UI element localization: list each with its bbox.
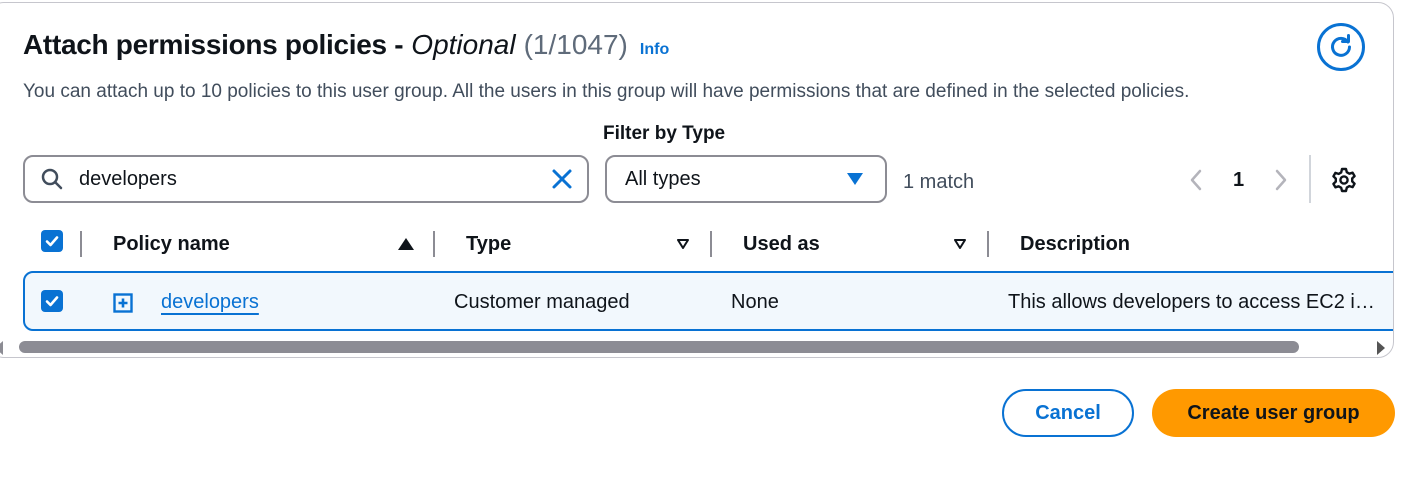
row-checkbox[interactable]	[41, 290, 63, 312]
column-divider	[433, 231, 435, 257]
filter-type-label: Filter by Type	[603, 123, 726, 144]
table-row[interactable]: developers Customer managed None This al…	[23, 271, 1393, 331]
column-divider	[987, 231, 989, 257]
checkmark-icon	[45, 296, 59, 307]
clear-search-icon[interactable]	[549, 166, 575, 192]
column-header-used-as[interactable]: Used as	[743, 233, 820, 256]
cancel-button[interactable]: Cancel	[1002, 389, 1134, 437]
selection-count: (1/1047)	[523, 29, 628, 60]
expand-plus-icon[interactable]	[113, 293, 133, 313]
column-header-description[interactable]: Description	[1020, 233, 1130, 256]
refresh-icon	[1331, 34, 1351, 57]
sort-unsorted-icon[interactable]	[677, 239, 689, 249]
search-icon	[41, 168, 63, 190]
column-header-policy-name[interactable]: Policy name	[113, 233, 230, 256]
previous-page-button[interactable]	[1185, 167, 1207, 193]
section-title-optional: Optional	[411, 29, 516, 60]
current-page[interactable]: 1	[1233, 169, 1244, 192]
policy-name-link[interactable]: developers	[161, 291, 259, 314]
policy-type-cell: Customer managed	[454, 291, 630, 313]
policy-description-cell: This allows developers to access EC2 i…	[1008, 291, 1375, 313]
section-title: Attach permissions policies -	[23, 29, 404, 60]
sort-ascending-icon[interactable]	[398, 238, 414, 250]
column-divider	[80, 231, 82, 257]
table-header: Policy name Type Used as Description	[0, 221, 1393, 267]
policy-used-as-cell: None	[731, 291, 779, 313]
match-count: 1 match	[903, 171, 975, 193]
type-filter-select[interactable]: All types	[605, 155, 887, 203]
gear-icon[interactable]	[1331, 167, 1357, 193]
pagination: 1	[1185, 163, 1292, 197]
section-description: You can attach up to 10 policies to this…	[23, 81, 1190, 102]
scroll-left-icon[interactable]	[0, 341, 3, 355]
sort-unsorted-icon[interactable]	[954, 239, 966, 249]
create-user-group-button[interactable]: Create user group	[1152, 389, 1395, 437]
info-link[interactable]: Info	[640, 41, 669, 59]
horizontal-scrollbar[interactable]	[0, 335, 1393, 357]
search-input[interactable]: developers	[23, 155, 589, 203]
column-header-type[interactable]: Type	[466, 233, 511, 256]
section-header: Attach permissions policies - Optional (…	[23, 29, 669, 61]
pagination-divider	[1309, 155, 1311, 203]
checkmark-icon	[45, 236, 59, 247]
column-divider	[710, 231, 712, 257]
select-all-checkbox[interactable]	[41, 230, 63, 252]
refresh-button[interactable]	[1317, 23, 1365, 71]
search-input-value[interactable]: developers	[79, 168, 549, 191]
caret-down-icon	[847, 173, 863, 185]
next-page-button[interactable]	[1270, 167, 1292, 193]
chevron-right-icon	[1275, 169, 1287, 191]
chevron-left-icon	[1190, 169, 1202, 191]
scroll-right-icon[interactable]	[1377, 341, 1385, 355]
scrollbar-thumb[interactable]	[19, 341, 1299, 353]
type-filter-value: All types	[625, 167, 701, 190]
attach-policies-panel: Attach permissions policies - Optional (…	[0, 2, 1394, 358]
